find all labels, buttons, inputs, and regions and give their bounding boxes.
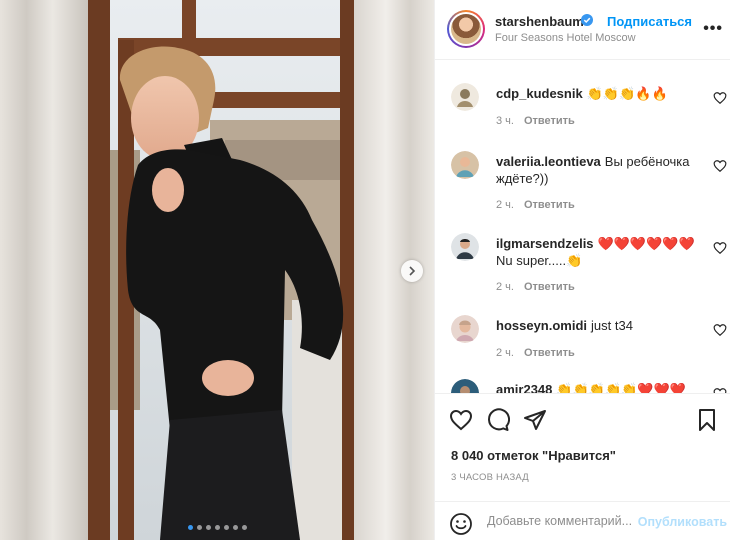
location-link[interactable]: Four Seasons Hotel Moscow [495, 32, 636, 44]
heart-outline-icon[interactable] [713, 323, 727, 337]
follow-button[interactable]: Подписаться [607, 14, 692, 29]
comment-time: 3 ч. [496, 115, 514, 127]
reply-button[interactable]: Ответить [524, 347, 575, 359]
add-comment-bar: Опубликовать [435, 501, 730, 540]
commenter-avatar[interactable] [451, 315, 479, 343]
post-header: starshenbaum Подписаться Four Seasons Ho… [435, 0, 730, 60]
comment-text: 👏👏👏🔥🔥 [586, 86, 668, 101]
heart-outline-icon[interactable] [713, 159, 727, 173]
comment-text: 👏👏👏👏👏❤️❤️❤️ [556, 382, 686, 393]
carousel-dot [241, 525, 247, 530]
commenter-username[interactable]: valeriia.leontieva [496, 154, 601, 169]
comment-input[interactable] [487, 514, 639, 528]
author-avatar[interactable] [447, 10, 485, 48]
commenter-username[interactable]: amir2348 [496, 382, 552, 393]
commenter-username[interactable]: hosseyn.omidi [496, 318, 587, 333]
carousel-dot [223, 525, 229, 530]
comment-text: just t34 [591, 318, 633, 333]
post-actions: 8 040 отметок "Нравится" 3 ЧАСОВ НАЗАД О… [435, 393, 730, 540]
carousel-dot [187, 525, 193, 530]
commenter-username[interactable]: ilgmarsendzelis [496, 236, 594, 251]
more-options-button[interactable]: ••• [703, 20, 723, 38]
heart-outline-icon[interactable] [713, 91, 727, 105]
author-username[interactable]: starshenbaum [495, 14, 584, 29]
heart-outline-icon[interactable] [713, 241, 727, 255]
likes-count[interactable]: 8 040 отметок "Нравится" [451, 448, 616, 463]
commenter-avatar[interactable] [451, 379, 479, 393]
carousel-dots [0, 525, 434, 530]
heart-outline-icon[interactable] [449, 408, 473, 432]
reply-button[interactable]: Ответить [524, 281, 575, 293]
smiley-icon[interactable] [449, 512, 473, 536]
publish-button[interactable]: Опубликовать [638, 515, 727, 529]
post-photo[interactable] [0, 0, 434, 540]
paper-plane-icon[interactable] [523, 408, 547, 432]
post-timestamp[interactable]: 3 ЧАСОВ НАЗАД [451, 472, 529, 483]
reply-button[interactable]: Ответить [524, 199, 575, 211]
carousel-dot [196, 525, 202, 530]
comment-time: 2 ч. [496, 281, 514, 293]
post-side-panel: starshenbaum Подписаться Four Seasons Ho… [434, 0, 730, 540]
verified-badge-icon [581, 14, 593, 26]
commenter-avatar[interactable] [451, 83, 479, 111]
reply-button[interactable]: Ответить [524, 115, 575, 127]
comment-time: 2 ч. [496, 199, 514, 211]
comments-list[interactable]: cdp_kudesnik 👏👏👏🔥🔥 3 ч. Ответить valeriia.… [435, 61, 730, 393]
chevron-right-icon [409, 266, 416, 276]
carousel-dot [214, 525, 220, 530]
commenter-username[interactable]: cdp_kudesnik [496, 86, 583, 101]
comment-bubble-icon[interactable] [486, 408, 510, 432]
photo-illustration [0, 0, 434, 540]
commenter-avatar[interactable] [451, 151, 479, 179]
comment-time: 2 ч. [496, 347, 514, 359]
carousel-dot [205, 525, 211, 530]
carousel-next-button[interactable] [401, 260, 423, 282]
carousel-dot [232, 525, 238, 530]
commenter-avatar[interactable] [451, 233, 479, 261]
bookmark-icon[interactable] [695, 408, 719, 432]
